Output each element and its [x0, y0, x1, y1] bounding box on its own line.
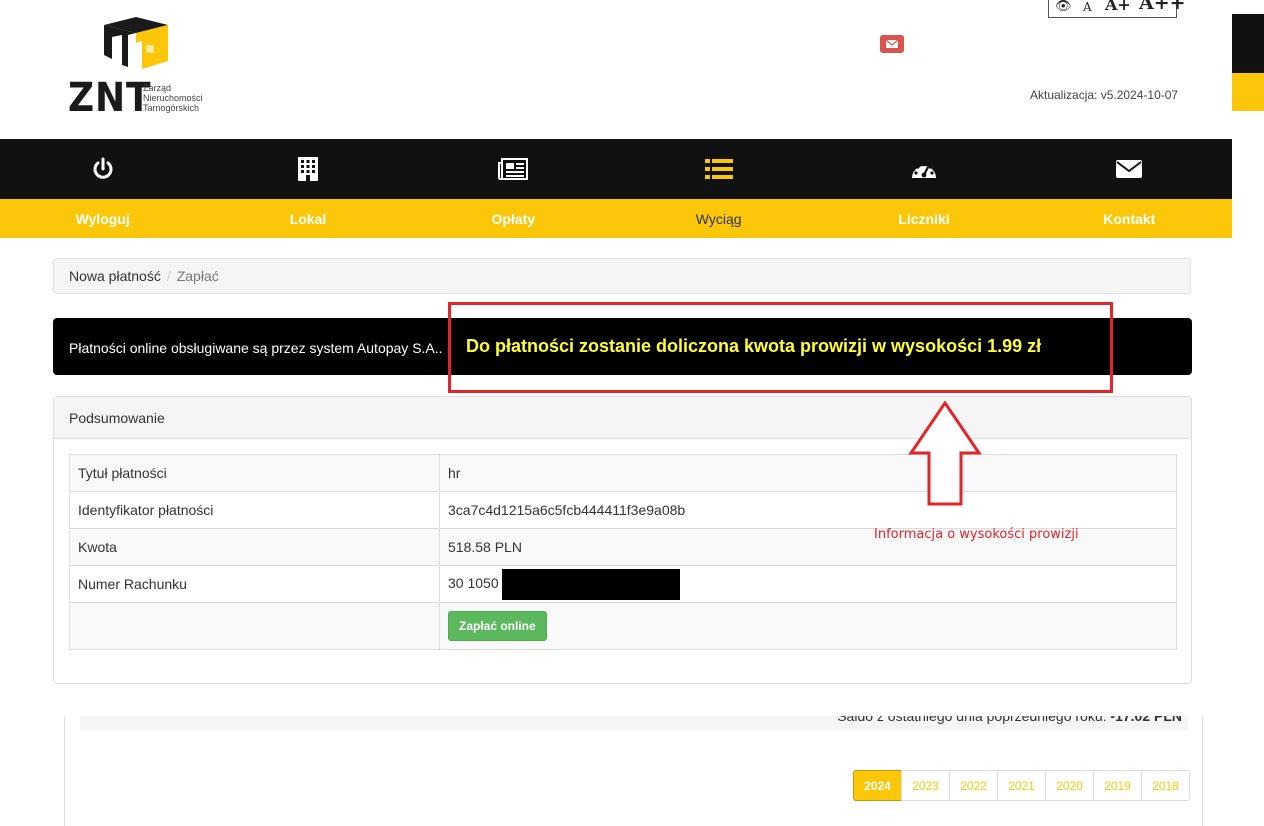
side-tab-yellow[interactable]: [1232, 73, 1264, 111]
nav-item-wyciag[interactable]: Wyciąg: [616, 199, 821, 238]
gauge-icon: [911, 162, 936, 178]
row-value-account: 30 1050: [439, 565, 1177, 603]
font-size-small-button[interactable]: A: [1083, 0, 1092, 14]
font-size-large-button[interactable]: A++: [1139, 0, 1186, 14]
year-tab-2019[interactable]: 2019: [1093, 770, 1142, 801]
nav-item-kontakt[interactable]: Kontakt: [1027, 199, 1232, 238]
annotation-arrow-icon: [908, 400, 982, 506]
building-icon: [297, 157, 318, 181]
power-icon: [93, 157, 113, 179]
year-pagination: 2024 2023 2022 2021 2020 2019 2018: [853, 770, 1190, 801]
nav-item-oplaty[interactable]: Opłaty: [411, 199, 616, 238]
redaction-block: [501, 568, 680, 600]
table-row: Tytuł płatności hr: [69, 454, 1177, 492]
row-label: Identyfikator płatności: [69, 491, 440, 529]
empty-cell: [69, 602, 440, 650]
pay-button-cell: Zapłać online: [439, 602, 1177, 650]
logo-text: ZNT: [68, 75, 152, 121]
pay-online-button[interactable]: Zapłać online: [448, 611, 547, 641]
nav-icon-logout[interactable]: [0, 139, 205, 199]
year-tab-2020[interactable]: 2020: [1045, 770, 1094, 801]
breadcrumb-separator: /: [166, 268, 171, 284]
saldo-strip: Saldo z ostatniego dnia poprzedniego rok…: [80, 716, 1188, 730]
year-tab-2018[interactable]: 2018: [1141, 770, 1190, 801]
font-size-medium-button[interactable]: A+: [1105, 0, 1131, 14]
summary-table: Tytuł płatności hr Identyfikator płatnoś…: [69, 454, 1177, 650]
mail-button[interactable]: [880, 35, 904, 53]
table-row: Identyfikator płatności 3ca7c4d1215a6c5f…: [69, 491, 1177, 529]
envelope-icon: [885, 39, 899, 48]
nav-label-bar: Wyloguj Lokal Opłaty Wyciąg Liczniki Kon…: [0, 199, 1232, 238]
update-version-text: Aktualizacja: v5.2024-10-07: [1030, 88, 1179, 102]
year-tab-2024[interactable]: 2024: [853, 770, 902, 801]
breadcrumb: Nowa płatność / Zapłać: [53, 258, 1191, 294]
year-tab-2021[interactable]: 2021: [997, 770, 1046, 801]
newspaper-icon: [498, 158, 529, 180]
year-tab-2022[interactable]: 2022: [949, 770, 998, 801]
summary-heading: Podsumowanie: [54, 397, 1191, 439]
row-label: Kwota: [69, 528, 440, 566]
saldo-value: -17.02 PLN: [1110, 716, 1182, 724]
row-label: Numer Rachunku: [69, 565, 440, 603]
year-tab-2023[interactable]: 2023: [901, 770, 950, 801]
nav-icon-lokal[interactable]: [205, 139, 410, 199]
annotation-highlight-box: [448, 302, 1113, 393]
logo-subtitle: Zarząd Nieruchomości Tarnogórskich: [143, 83, 203, 113]
nav-item-wyloguj[interactable]: Wyloguj: [0, 199, 205, 238]
saldo-text: Saldo z ostatniego dnia poprzedniego rok…: [837, 716, 1182, 724]
breadcrumb-item-nowa-platnosc[interactable]: Nowa płatność: [69, 268, 161, 284]
breadcrumb-item-current: Zapłać: [176, 268, 219, 284]
row-label: Tytuł płatności: [69, 454, 440, 492]
accessibility-toolbar: 👁 A A+ A++: [1048, 0, 1186, 18]
row-value: hr: [439, 454, 1177, 492]
annotation-label: Informacja o wysokości prowizji: [874, 527, 1079, 542]
row-value: 3ca7c4d1215a6c5fcb444411f3e9a08b: [439, 491, 1177, 529]
autopay-info-text: Płatności online obsługiwane są przez sy…: [69, 340, 443, 356]
logo-house-icon: [104, 17, 168, 69]
nav-icon-bar: [0, 139, 1232, 199]
nav-icon-kontakt[interactable]: [1027, 139, 1232, 199]
znt-logo[interactable]: ZNT Zarząd Nieruchomości Tarnogórskich: [68, 15, 213, 121]
table-row: Zapłać online: [69, 602, 1177, 650]
nav-icon-oplaty[interactable]: [411, 139, 616, 199]
side-tab-black[interactable]: [1232, 14, 1264, 73]
nav-item-lokal[interactable]: Lokal: [205, 199, 410, 238]
contrast-eye-icon[interactable]: 👁: [1055, 0, 1072, 14]
envelope-icon: [1116, 160, 1143, 178]
list-icon: [704, 159, 733, 179]
nav-icon-liczniki[interactable]: [821, 139, 1026, 199]
nav-item-liczniki[interactable]: Liczniki: [821, 199, 1026, 238]
table-row: Numer Rachunku 30 1050: [69, 565, 1177, 603]
nav-icon-wyciag[interactable]: [616, 139, 821, 199]
account-number-text: 30 1050: [448, 574, 499, 591]
